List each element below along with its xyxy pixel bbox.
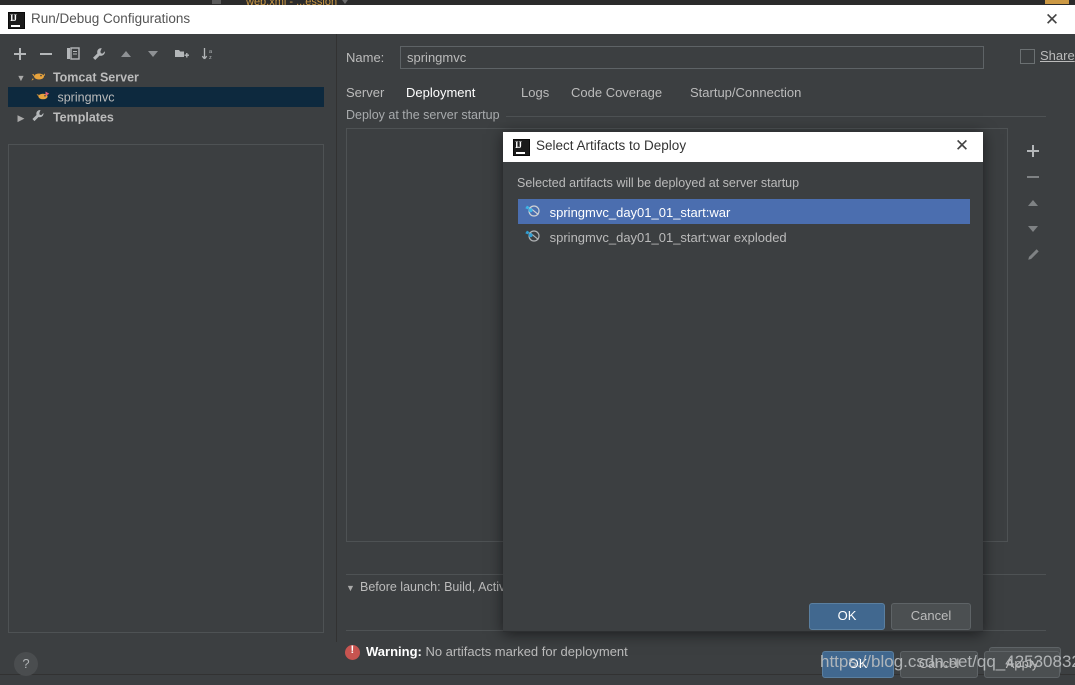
- tree-item-springmvc[interactable]: springmvc: [8, 87, 324, 107]
- edit-templates-button[interactable]: [87, 42, 113, 66]
- tab-server[interactable]: Server: [346, 82, 384, 110]
- artifact-icon: [524, 200, 546, 225]
- tree-item-label: springmvc: [57, 90, 115, 105]
- window-title: Run/Debug Configurations: [31, 11, 191, 26]
- tree-item-tomcat-server[interactable]: ▼ Tomcat Server: [8, 67, 324, 87]
- chevron-down-icon[interactable]: ▼: [346, 583, 360, 593]
- ide-status-icon: [1045, 0, 1069, 4]
- artifact-label: springmvc_day01_01_start:war exploded: [549, 230, 787, 246]
- modal-title: Select Artifacts to Deploy: [536, 138, 687, 153]
- tomcat-run-icon: [36, 88, 54, 108]
- modal-footer: OK Cancel: [503, 602, 983, 632]
- share-checkbox[interactable]: [1020, 49, 1035, 64]
- modal-ok-button[interactable]: OK: [809, 603, 885, 630]
- create-folder-button[interactable]: [169, 42, 195, 66]
- remove-artifact-button[interactable]: [1018, 164, 1048, 190]
- configurations-tree: ▼ Tomcat Server springmvc ▶ Templates: [8, 67, 324, 127]
- configurations-tree-body: [8, 144, 324, 633]
- tab-code-coverage[interactable]: Code Coverage: [571, 82, 662, 110]
- intellij-logo-icon: [8, 12, 25, 29]
- move-artifact-up-button[interactable]: [1018, 190, 1048, 216]
- wrench-icon: [31, 108, 49, 128]
- artifact-icon: [524, 225, 546, 250]
- name-row: Name: Share: [346, 46, 1075, 70]
- tree-item-templates[interactable]: ▶ Templates: [8, 107, 324, 127]
- tree-twisty-expanded-icon[interactable]: ▼: [14, 68, 28, 88]
- select-artifacts-dialog: Select Artifacts to Deploy ✕ Selected ar…: [503, 132, 983, 632]
- tab-startup-connection[interactable]: Startup/Connection: [690, 82, 801, 110]
- ide-chevron-down-icon: [340, 0, 350, 4]
- move-down-button[interactable]: [141, 42, 167, 66]
- deploy-side-toolbar: [1018, 128, 1048, 540]
- configurations-panel: az ▼ Tomcat Server springmvc ▶ Templates: [0, 34, 337, 642]
- tree-twisty-collapsed-icon[interactable]: ▶: [14, 108, 28, 128]
- configurations-toolbar: az: [8, 42, 328, 66]
- tree-item-label: Templates: [52, 110, 114, 125]
- modal-bottom-edge: [503, 631, 983, 632]
- tree-item-label: Tomcat Server: [52, 70, 139, 85]
- csdn-watermark: https://blog.csdn.net/qq_42530832: [820, 652, 1075, 671]
- modal-hint: Selected artifacts will be deployed at s…: [517, 176, 800, 190]
- name-label: Name:: [346, 50, 385, 65]
- share-label[interactable]: Share: [1040, 48, 1075, 63]
- close-icon[interactable]: ✕: [1041, 10, 1063, 30]
- copy-configuration-button[interactable]: [61, 42, 87, 66]
- share-label-text: Share: [1040, 48, 1075, 63]
- tab-logs[interactable]: Logs: [521, 82, 549, 110]
- edit-artifact-button[interactable]: [1018, 242, 1048, 268]
- ide-toolbar-icon: [212, 0, 221, 4]
- move-up-button[interactable]: [114, 42, 140, 66]
- add-artifact-button[interactable]: [1018, 138, 1048, 164]
- list-item[interactable]: springmvc_day01_01_start:war exploded: [518, 224, 970, 249]
- modal-body: Selected artifacts will be deployed at s…: [503, 162, 983, 602]
- deploy-group-title: Deploy at the server startup: [346, 108, 506, 122]
- intellij-logo-icon: [513, 139, 530, 156]
- name-input[interactable]: [400, 46, 984, 69]
- modal-cancel-button[interactable]: Cancel: [891, 603, 971, 630]
- list-item[interactable]: springmvc_day01_01_start:war: [518, 199, 970, 224]
- artifact-label: springmvc_day01_01_start:war: [549, 205, 731, 221]
- window-titlebar: Run/Debug Configurations ✕: [0, 5, 1075, 34]
- close-icon[interactable]: ✕: [951, 136, 973, 157]
- move-artifact-down-button[interactable]: [1018, 216, 1048, 242]
- tomcat-icon: [31, 68, 49, 88]
- add-configuration-button[interactable]: [8, 42, 34, 66]
- svg-text:z: z: [209, 55, 212, 61]
- sort-configurations-button[interactable]: az: [196, 42, 222, 66]
- modal-titlebar: Select Artifacts to Deploy ✕: [503, 132, 983, 162]
- artifacts-list: springmvc_day01_01_start:war springmvc_d…: [517, 198, 971, 590]
- help-button[interactable]: ?: [14, 652, 38, 676]
- remove-configuration-button[interactable]: [34, 42, 60, 66]
